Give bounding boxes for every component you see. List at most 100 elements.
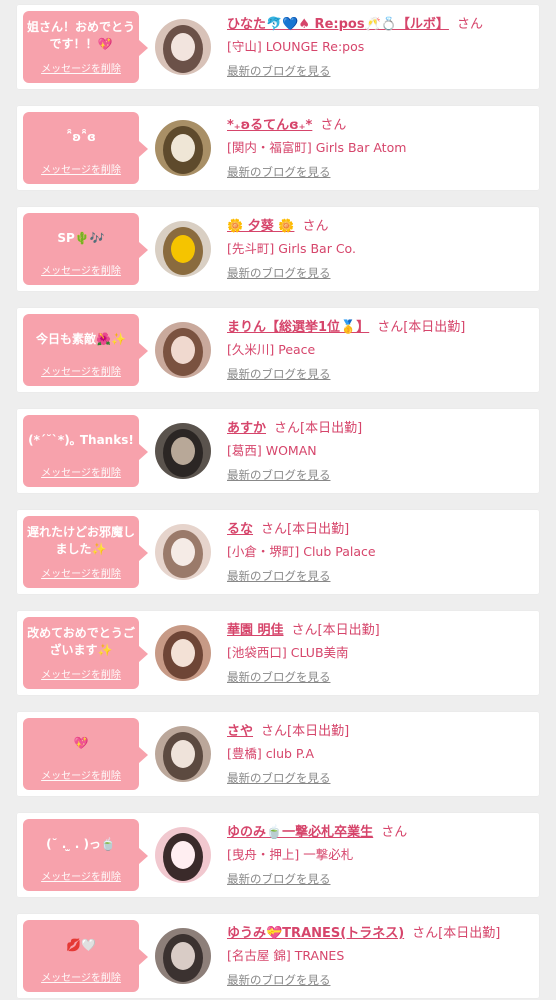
sender-name-link[interactable]: さや <box>227 724 253 739</box>
delete-message-link[interactable]: メッセージを削除 <box>23 464 139 479</box>
shop-name: [葛西] WOMAN <box>227 443 317 458</box>
sender-name-line: ひなた🐬💙♠ Re:pos🥂💍【ルボ】 さん <box>227 13 532 33</box>
latest-blog-link[interactable]: 最新のブログを見る <box>227 366 331 382</box>
sender-name-link[interactable]: ゆのみ🍵一撃必札卒業生 <box>227 825 373 840</box>
message-bubble: 今日も素敵🌺✨ メッセージを削除 <box>23 314 148 386</box>
honorific-status: さん[本日出勤] <box>412 926 501 941</box>
avatar[interactable] <box>155 726 211 782</box>
avatar-photo <box>155 322 211 378</box>
message-bubble: 💖 メッセージを削除 <box>23 718 148 790</box>
sender-info: ゆうみ💝TRANES(トラネス) さん[本日出勤] [名古屋 錦] TRANES … <box>227 922 532 988</box>
sender-name-line: まりん【総選挙1位🥇】 さん[本日出勤] <box>227 316 532 336</box>
message-card: 今日も素敵🌺✨ メッセージを削除 まりん【総選挙1位🥇】 さん[本日出勤] [久米… <box>17 308 539 392</box>
sender-name-line: ゆうみ💝TRANES(トラネス) さん[本日出勤] <box>227 922 532 942</box>
delete-message-link[interactable]: メッセージを削除 <box>23 767 139 782</box>
message-card: 姐さん！おめでとうです！！💖 メッセージを削除 ひなた🐬💙♠ Re:pos🥂💍【… <box>17 5 539 89</box>
message-card: 遅れたけどお邪魔しました✨ メッセージを削除 るな さん[本日出勤] [小倉・堺町… <box>17 510 539 594</box>
message-card: (˘ . ̫ . )っ🍵 メッセージを削除 ゆのみ🍵一撃必札卒業生 さん [曳舟・… <box>17 813 539 897</box>
shop-name: [小倉・堺町] Club Palace <box>227 544 376 559</box>
sender-name-line: るな さん[本日出勤] <box>227 518 532 538</box>
latest-blog-link[interactable]: 最新のブログを見る <box>227 568 331 584</box>
message-text: 今日も素敵🌺✨ <box>36 331 126 346</box>
latest-blog-link[interactable]: 最新のブログを見る <box>227 164 331 180</box>
delete-message-link[interactable]: メッセージを削除 <box>23 262 139 277</box>
sender-name-link[interactable]: *₊ʚるてんɞ₊* <box>227 118 312 133</box>
message-card: 💋🤍 メッセージを削除 ゆうみ💝TRANES(トラネス) さん[本日出勤] [名古… <box>17 914 539 998</box>
sender-info: ゆのみ🍵一撃必札卒業生 さん [曳舟・押上] 一撃必札 最新のブログを見る <box>227 821 532 887</box>
sender-info: 🌼 夕葵 🌼 さん [先斗町] Girls Bar Co. 最新のブログを見る <box>227 215 532 281</box>
sender-name-link[interactable]: まりん【総選挙1位🥇】 <box>227 320 369 335</box>
sender-name-line: ゆのみ🍵一撃必札卒業生 さん <box>227 821 532 841</box>
shop-name: [名古屋 錦] TRANES <box>227 948 345 963</box>
sender-info: るな さん[本日出勤] [小倉・堺町] Club Palace 最新のブログを見る <box>227 518 532 584</box>
latest-blog-link[interactable]: 最新のブログを見る <box>227 972 331 988</box>
message-text: 姐さん！おめでとうです！！💖 <box>27 20 135 51</box>
delete-message-link[interactable]: メッセージを削除 <box>23 363 139 378</box>
sender-info: *₊ʚるてんɞ₊* さん [関内・福富町] Girls Bar Atom 最新のブ… <box>227 114 532 180</box>
delete-message-link[interactable]: メッセージを削除 <box>23 60 139 75</box>
delete-message-link[interactable]: メッセージを削除 <box>23 666 139 681</box>
message-text: 💋🤍 <box>66 937 96 952</box>
sender-name-link[interactable]: るな <box>227 522 253 537</box>
delete-message-link[interactable]: メッセージを削除 <box>23 969 139 984</box>
avatar-photo <box>155 726 211 782</box>
sender-name-link[interactable]: ゆうみ💝TRANES(トラネス) <box>227 926 404 941</box>
avatar-photo <box>155 221 211 277</box>
avatar[interactable] <box>155 524 211 580</box>
latest-blog-link[interactable]: 最新のブログを見る <box>227 770 331 786</box>
honorific-status: さん <box>456 17 483 32</box>
avatar[interactable] <box>155 423 211 479</box>
message-text: 💖 <box>73 735 89 750</box>
avatar-photo <box>155 928 211 984</box>
sender-info: まりん【総選挙1位🥇】 さん[本日出勤] [久米川] Peace 最新のブログを見… <box>227 316 532 382</box>
shop-name: [関内・福富町] Girls Bar Atom <box>227 140 407 155</box>
message-bubble: 改めておめでとうございます✨ メッセージを削除 <box>23 617 148 689</box>
avatar[interactable] <box>155 221 211 277</box>
sender-name-link[interactable]: 華園 明佳 <box>227 623 284 638</box>
latest-blog-link[interactable]: 最新のブログを見る <box>227 265 331 281</box>
delete-message-link[interactable]: メッセージを削除 <box>23 868 139 883</box>
honorific-status: さん <box>381 825 408 840</box>
message-text: SP🌵🎶 <box>57 230 105 245</box>
message-bubble: (*ˊ˘ˋ*)｡ Thanks! メッセージを削除 <box>23 415 148 487</box>
message-bubble: SP🌵🎶 メッセージを削除 <box>23 213 148 285</box>
message-bubble: 姐さん！おめでとうです！！💖 メッセージを削除 <box>23 11 148 83</box>
message-card: SP🌵🎶 メッセージを削除 🌼 夕葵 🌼 さん [先斗町] Girls Bar C… <box>17 207 539 291</box>
sender-name-line: 華園 明佳 さん[本日出勤] <box>227 619 532 639</box>
avatar-photo <box>155 625 211 681</box>
avatar-photo <box>155 827 211 883</box>
latest-blog-link[interactable]: 最新のブログを見る <box>227 467 331 483</box>
delete-message-link[interactable]: メッセージを削除 <box>23 161 139 176</box>
honorific-status: さん[本日出勤] <box>291 623 380 638</box>
avatar[interactable] <box>155 322 211 378</box>
avatar[interactable] <box>155 625 211 681</box>
message-text: (*ˊ˘ˋ*)｡ Thanks! <box>28 432 134 447</box>
sender-name-link[interactable]: あすか <box>227 421 266 436</box>
shop-name: [曳舟・押上] 一撃必札 <box>227 847 354 862</box>
latest-blog-link[interactable]: 最新のブログを見る <box>227 63 331 79</box>
message-bubble: 💋🤍 メッセージを削除 <box>23 920 148 992</box>
message-text: ˆ̑̑ʚˆ̑̑ɞ <box>66 129 96 144</box>
honorific-status: さん[本日出勤] <box>261 522 350 537</box>
avatar[interactable] <box>155 827 211 883</box>
avatar[interactable] <box>155 928 211 984</box>
avatar[interactable] <box>155 19 211 75</box>
sender-name-link[interactable]: 🌼 夕葵 🌼 <box>227 219 294 234</box>
latest-blog-link[interactable]: 最新のブログを見る <box>227 669 331 685</box>
honorific-status: さん[本日出勤] <box>377 320 466 335</box>
message-text: 改めておめでとうございます✨ <box>27 626 135 657</box>
shop-name: [豊橋] club P.A <box>227 746 315 761</box>
sender-name-line: さや さん[本日出勤] <box>227 720 532 740</box>
message-text: (˘ . ̫ . )っ🍵 <box>46 836 116 851</box>
latest-blog-link[interactable]: 最新のブログを見る <box>227 871 331 887</box>
sender-info: あすか さん[本日出勤] [葛西] WOMAN 最新のブログを見る <box>227 417 532 483</box>
message-text: 遅れたけどお邪魔しました✨ <box>27 525 135 556</box>
honorific-status: さん <box>320 118 347 133</box>
avatar-photo <box>155 19 211 75</box>
sender-name-line: 🌼 夕葵 🌼 さん <box>227 215 532 235</box>
delete-message-link[interactable]: メッセージを削除 <box>23 565 139 580</box>
sender-name-link[interactable]: ひなた🐬💙♠ Re:pos🥂💍【ルボ】 <box>227 17 449 32</box>
avatar[interactable] <box>155 120 211 176</box>
message-bubble: ˆ̑̑ʚˆ̑̑ɞ メッセージを削除 <box>23 112 148 184</box>
sender-info: 華園 明佳 さん[本日出勤] [池袋西口] CLUB美南 最新のブログを見る <box>227 619 532 685</box>
